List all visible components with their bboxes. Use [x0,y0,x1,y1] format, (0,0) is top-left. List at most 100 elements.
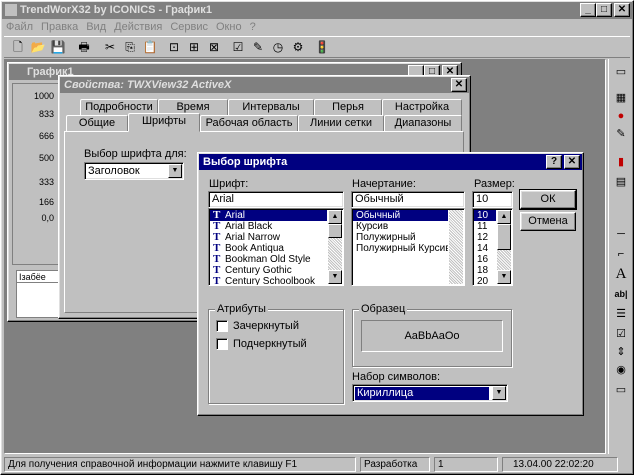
close-button[interactable]: ✕ [614,3,630,17]
panel-icon[interactable]: ▤ [612,173,630,191]
paste-icon[interactable]: 📋 [140,37,160,57]
font-list-scrollbar[interactable]: ▲ ▼ [328,210,342,284]
list-item[interactable]: 14 [474,243,496,254]
menu-view[interactable]: Вид [82,19,110,36]
menu-file[interactable]: Файл [2,19,37,36]
scroll-up-icon[interactable]: ▲ [497,210,511,224]
menu-window[interactable]: Окно [212,19,246,36]
minimize-button[interactable]: _ [580,3,596,17]
chevron-down-icon[interactable]: ▼ [168,164,182,178]
style-input[interactable]: Обычный [351,191,465,208]
cancel-button[interactable]: Отмена [520,212,576,231]
help-button[interactable]: ? [546,155,562,169]
tab-general[interactable]: Общие [66,115,128,132]
underline-checkbox[interactable] [216,338,228,350]
list-item[interactable]: Курсив [353,221,448,232]
list-item[interactable]: T Arial [210,210,327,221]
charset-combo[interactable]: Кириллица ▼ [352,384,508,402]
checkbox-icon[interactable]: ☑ [612,325,630,343]
list-item[interactable]: T Bookman Old Style [210,254,327,265]
list-item[interactable]: T Century Gothic [210,265,327,276]
save-icon[interactable]: 💾 [48,37,68,57]
scroll-up-icon[interactable]: ▲ [328,210,342,224]
list-item[interactable]: 20 [474,276,496,285]
y-tick: 666 [38,131,54,141]
pointer-icon[interactable]: ▭ [612,63,630,81]
tab-ranges[interactable]: Диапазоны [384,115,462,132]
font-dialog-titlebar[interactable]: Выбор шрифта ? ✕ [199,154,582,170]
maximize-button[interactable]: □ [596,3,612,17]
scroll-thumb[interactable] [497,224,511,250]
list-item[interactable]: 16 [474,254,496,265]
app-titlebar[interactable]: TrendWorX32 by ICONICS - График1 _ □ ✕ [2,2,632,19]
list-item[interactable]: T Book Antiqua [210,243,327,254]
open-icon[interactable]: 📂 [28,37,48,57]
strikeout-label[interactable]: Зачеркнутый [233,320,299,332]
zoom-window-icon[interactable]: ⊡ [164,37,184,57]
zoom-cancel-icon[interactable]: ⊠ [204,37,224,57]
properties-titlebar[interactable]: Свойства: TWXView32 ActiveX ✕ [60,77,469,93]
truetype-icon: T [213,232,221,243]
cut-icon[interactable]: ✂ [100,37,120,57]
clock-icon[interactable]: ◷ [268,37,288,57]
spin-icon[interactable]: ⇕ [612,343,630,361]
copy-icon[interactable]: ⎘ [120,37,140,57]
traffic-light-icon[interactable]: 🚦 [312,37,332,57]
font-input[interactable]: Arial [208,191,344,208]
menu-edit[interactable]: Правка [37,19,82,36]
font-dialog-close-button[interactable]: ✕ [564,155,580,169]
list-item[interactable]: Обычный [353,210,448,221]
list-item[interactable]: Полужирный Курсив [353,243,448,254]
ok-button[interactable]: ОК [519,189,577,210]
list-item[interactable]: 12 [474,232,496,243]
tab-fonts[interactable]: Шрифты [128,113,200,132]
list-icon[interactable]: ☰ [612,305,630,323]
list-item[interactable]: 18 [474,265,496,276]
pens-icon[interactable]: ✎ [248,37,268,57]
button-icon[interactable]: ▭ [612,381,630,399]
print-icon[interactable]: 🖶 [74,37,94,57]
tab-gridlines[interactable]: Линии сетки [298,115,384,132]
label-icon[interactable]: ab| [612,285,630,303]
tab-workspace[interactable]: Рабочая область [200,115,298,132]
properties-close-button[interactable]: ✕ [451,78,467,92]
list-item[interactable]: 11 [474,221,496,232]
font-for-combo[interactable]: Заголовок ▼ [84,162,184,180]
style-list[interactable]: Обычный Курсив Полужирный Полужирный Кур… [351,208,465,286]
curve-icon[interactable]: ⌐ [612,245,630,263]
scroll-down-icon[interactable]: ▼ [328,270,342,284]
edit-icon[interactable]: ✎ [612,125,630,143]
menu-help[interactable]: ? [246,19,260,36]
alarm-icon[interactable]: ● [612,107,630,125]
list-item[interactable]: T Arial Narrow [210,232,327,243]
style-list-scrollbar[interactable] [449,210,463,284]
size-input[interactable]: 10 [472,191,513,208]
scroll-thumb[interactable] [328,224,342,238]
settings-icon[interactable]: ⚙ [288,37,308,57]
report-icon[interactable]: ▮ [612,153,630,171]
status-mode: Разработка [360,457,430,472]
menu-actions[interactable]: Действия [110,19,166,36]
radio-icon[interactable]: ◉ [612,361,630,379]
tab-pens[interactable]: Перья [314,99,382,116]
font-list[interactable]: T Arial T Arial Black T Arial Narrow T Book … [208,208,344,286]
new-icon[interactable]: 🗋 [8,37,28,57]
list-item[interactable]: T Century Schoolbook [210,276,327,285]
menu-tools[interactable]: Сервис [166,19,212,36]
chart-icon[interactable]: ☑ [228,37,248,57]
zoom-fit-icon[interactable]: ⊞ [184,37,204,57]
chevron-down-icon[interactable]: ▼ [492,386,506,400]
size-list[interactable]: 10 11 12 14 16 18 20 ▲ ▼ [472,208,513,286]
tab-setup[interactable]: Настройка [382,99,462,116]
text-icon[interactable]: A [612,265,630,283]
strikeout-checkbox[interactable] [216,320,228,332]
list-item[interactable]: Полужирный [353,232,448,243]
list-item[interactable]: 10 [474,210,496,221]
tab-intervals[interactable]: Интервалы [228,99,314,116]
line-icon[interactable]: ─ [612,225,630,243]
underline-label[interactable]: Подчеркнутый [233,338,307,350]
window-icon[interactable]: ▦ [612,89,630,107]
scroll-down-icon[interactable]: ▼ [497,270,511,284]
list-item[interactable]: T Arial Black [210,221,327,232]
size-list-scrollbar[interactable]: ▲ ▼ [497,210,511,284]
